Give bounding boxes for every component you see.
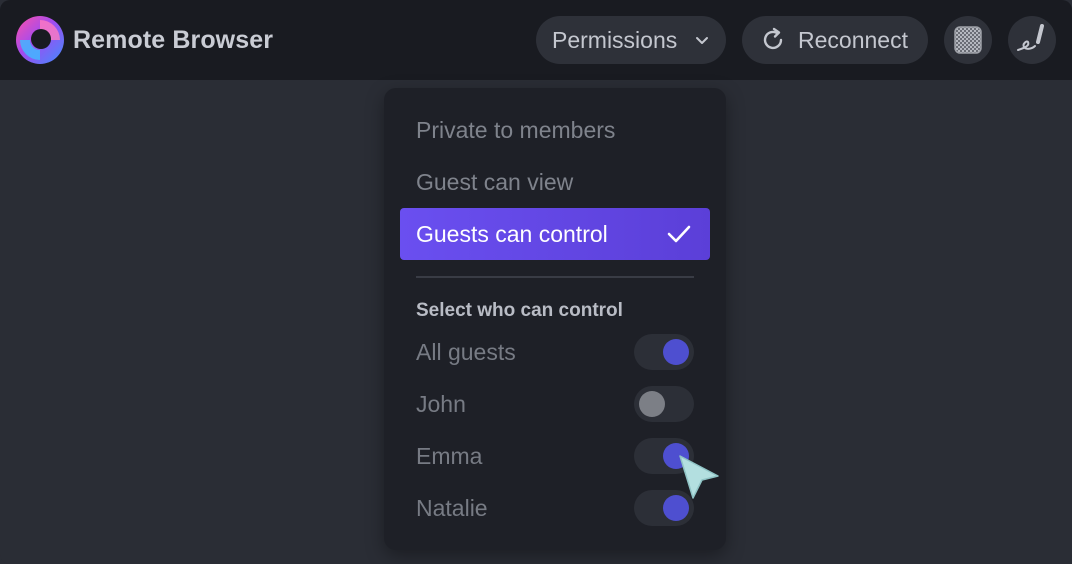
control-label-john: John	[416, 391, 466, 417]
control-label-natalie: Natalie	[416, 495, 488, 521]
chevron-down-icon	[696, 37, 708, 44]
app-title: Remote Browser	[73, 26, 274, 54]
top-bar: Remote Browser Permissions Reconnect	[0, 0, 1072, 80]
mouse-cursor-icon	[679, 455, 719, 499]
option-guest-can-view[interactable]: Guest can view	[416, 166, 573, 198]
permissions-menu: Private to members Guest can view Guests…	[384, 88, 726, 550]
control-label-all-guests: All guests	[416, 339, 516, 365]
toggle-knob	[639, 391, 665, 417]
section-title: Select who can control	[416, 300, 623, 321]
menu-divider	[416, 276, 694, 278]
refresh-icon	[763, 27, 783, 50]
permissions-label: Permissions	[552, 27, 678, 53]
signature-icon	[1017, 24, 1044, 51]
toggle-knob	[663, 339, 689, 365]
app-window: Remote Browser Permissions Reconnect Pri…	[0, 0, 1072, 564]
option-guests-can-control[interactable]: Guests can control	[400, 208, 710, 260]
toggle-john[interactable]	[634, 386, 694, 422]
checkerboard-icon	[954, 26, 982, 54]
toggle-all-guests[interactable]	[634, 334, 694, 370]
check-icon	[667, 225, 691, 243]
reconnect-button[interactable]: Reconnect	[742, 16, 928, 64]
pattern-button[interactable]	[944, 16, 992, 64]
control-label-emma: Emma	[416, 443, 483, 469]
option-guests-can-control-label: Guests can control	[416, 221, 608, 247]
reconnect-label: Reconnect	[798, 27, 908, 53]
permissions-button[interactable]: Permissions	[536, 16, 726, 64]
app-logo-icon	[16, 16, 64, 64]
signature-button[interactable]	[1008, 16, 1056, 64]
option-private-to-members[interactable]: Private to members	[416, 114, 615, 146]
